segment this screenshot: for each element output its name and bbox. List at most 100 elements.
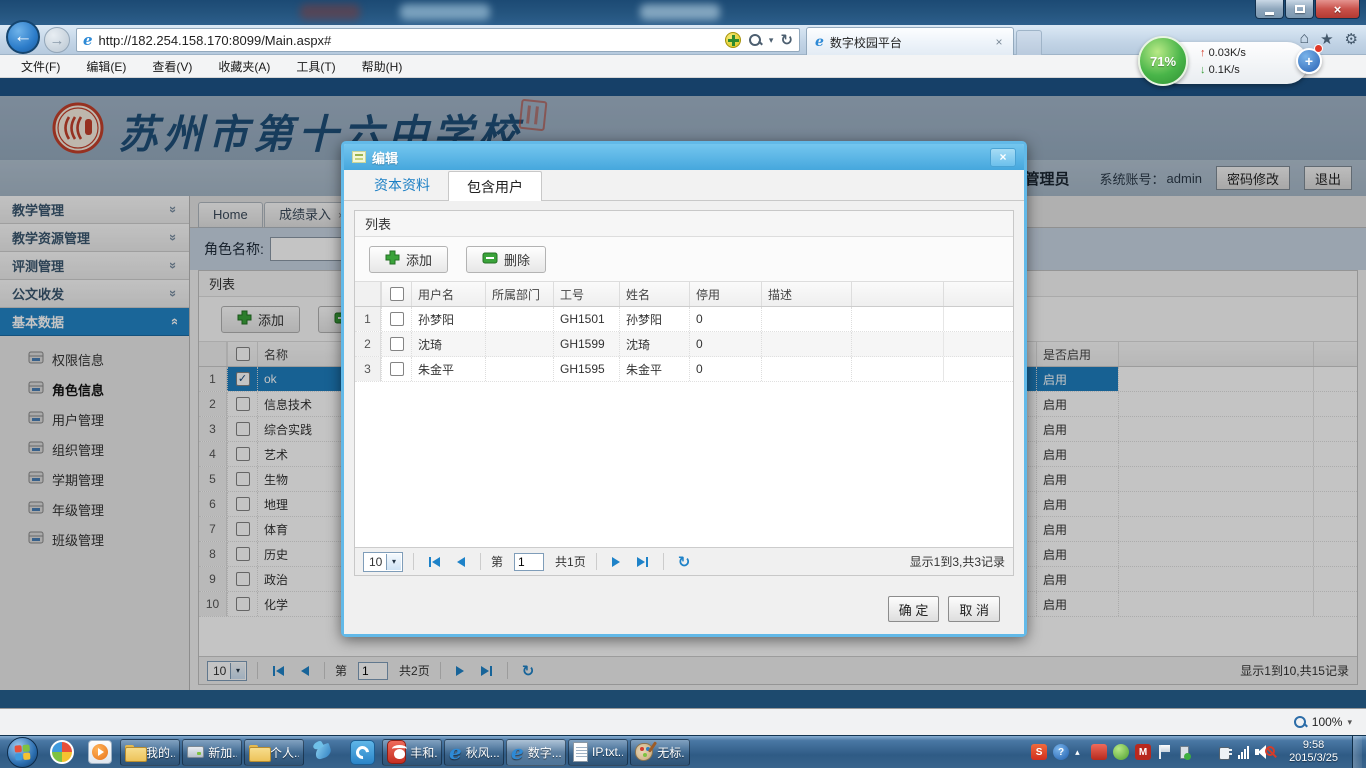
dialog-titlebar[interactable]: 编辑 × bbox=[344, 144, 1024, 170]
disabled-cell: 0 bbox=[689, 332, 761, 356]
bull-tray-icon[interactable] bbox=[1091, 744, 1107, 760]
menu-item[interactable]: 查看(V) bbox=[139, 58, 205, 75]
menu-item[interactable]: 帮助(H) bbox=[349, 58, 416, 75]
notepad-icon bbox=[573, 742, 588, 762]
netdisk-icon bbox=[350, 740, 375, 765]
address-bar[interactable]: e http://182.254.158.170:8099/Main.aspx#… bbox=[76, 28, 800, 52]
ie-icon: e bbox=[83, 31, 93, 49]
zoom-level[interactable]: 100% bbox=[1312, 715, 1343, 729]
pinned-browser-icon[interactable] bbox=[44, 738, 80, 767]
windows-logo-icon bbox=[14, 744, 31, 761]
help-tray-icon[interactable]: ? bbox=[1053, 744, 1069, 760]
first-page-button[interactable] bbox=[424, 554, 445, 570]
user-table-row[interactable]: 2 沈琦 GH1599 沈琦 0 bbox=[355, 332, 1013, 357]
back-button[interactable]: ← bbox=[6, 20, 40, 54]
filler-cell bbox=[943, 307, 1013, 331]
tray-expand-icon[interactable]: ▴ bbox=[1075, 747, 1085, 758]
new-tab-button[interactable] bbox=[1016, 30, 1042, 55]
page-size-select[interactable]: 10 ▾ bbox=[363, 552, 403, 572]
cancel-button[interactable]: 取 消 bbox=[948, 596, 1000, 622]
row-checkbox[interactable] bbox=[381, 332, 411, 356]
ok-button[interactable]: 确 定 bbox=[888, 596, 940, 622]
task-paint-untitled[interactable]: 无标... bbox=[630, 739, 690, 766]
pinned-netdisk-icon[interactable] bbox=[344, 738, 380, 767]
menu-item[interactable]: 收藏夹(A) bbox=[205, 58, 283, 75]
menu-item[interactable]: 工具(T) bbox=[283, 58, 348, 75]
bull-icon bbox=[387, 740, 406, 764]
menu-item[interactable]: 编辑(E) bbox=[73, 58, 139, 75]
job-number-cell: GH1599 bbox=[553, 332, 619, 356]
task-personal-folder[interactable]: 个人... bbox=[244, 739, 304, 766]
maximize-button[interactable] bbox=[1285, 0, 1314, 19]
dialog-title: 编辑 bbox=[372, 148, 398, 167]
taskbar: 我的... 新加... 个人... 丰和... e秋风... e数字... IP… bbox=[0, 735, 1366, 768]
pinned-media-player-icon[interactable] bbox=[82, 738, 118, 767]
select-all-checkbox[interactable] bbox=[381, 282, 411, 306]
last-page-button[interactable] bbox=[632, 554, 653, 570]
adobe-tray-icon[interactable]: M bbox=[1135, 744, 1151, 760]
task-ie-qiufeng[interactable]: e秋风... bbox=[444, 739, 504, 766]
username-column-header[interactable]: 用户名 bbox=[411, 282, 485, 306]
job-number-column-header[interactable]: 工号 bbox=[553, 282, 619, 306]
power-plug-icon[interactable] bbox=[1217, 744, 1232, 760]
start-button[interactable] bbox=[7, 737, 38, 768]
delete-user-button[interactable]: 删除 bbox=[466, 246, 546, 273]
sogou-tray-icon[interactable]: S bbox=[1031, 744, 1047, 760]
memory-percent-badge[interactable]: 71% bbox=[1138, 36, 1188, 86]
filler-cell bbox=[851, 357, 943, 381]
tab-basic-info[interactable]: 资本资料 bbox=[356, 170, 448, 200]
minimize-button[interactable] bbox=[1255, 0, 1284, 19]
department-column-header[interactable]: 所属部门 bbox=[485, 282, 553, 306]
user-table-row[interactable]: 3 朱金平 GH1595 朱金平 0 bbox=[355, 357, 1013, 382]
task-new-volume[interactable]: 新加... bbox=[182, 739, 242, 766]
download-speed: 0.1K/s bbox=[1209, 64, 1240, 76]
task-fenghe-app[interactable]: 丰和... bbox=[382, 739, 442, 766]
row-checkbox[interactable] bbox=[381, 307, 411, 331]
show-desktop-button[interactable] bbox=[1352, 736, 1362, 768]
name-cell: 沈琦 bbox=[619, 332, 689, 356]
speed-monitor-badge[interactable]: 71% ↑ 0.03K/s ↓ 0.1K/s + bbox=[1138, 36, 1338, 88]
filler-cell bbox=[943, 357, 1013, 381]
name-column-header[interactable]: 姓名 bbox=[619, 282, 689, 306]
page-number-input[interactable] bbox=[514, 553, 544, 571]
task-ie-digital-campus[interactable]: e数字... bbox=[506, 739, 566, 766]
task-notepad-ip-txt[interactable]: IP.txt... bbox=[568, 739, 628, 766]
task-my-documents[interactable]: 我的... bbox=[120, 739, 180, 766]
close-button[interactable]: × bbox=[1315, 0, 1360, 19]
checkbox-icon bbox=[390, 337, 404, 351]
department-cell bbox=[485, 357, 553, 381]
refresh-icon[interactable]: ↻ bbox=[780, 31, 793, 49]
muted-speaker-icon[interactable] bbox=[1255, 744, 1275, 760]
pinned-bird-app-icon[interactable] bbox=[306, 738, 342, 767]
checkbox-icon bbox=[390, 312, 404, 326]
system-tray: S ? ▴ M 9:58 2015/3/25 bbox=[1031, 736, 1364, 768]
name-cell: 朱金平 bbox=[619, 357, 689, 381]
clock[interactable]: 9:58 2015/3/25 bbox=[1281, 739, 1346, 765]
menu-item[interactable]: 文件(F) bbox=[8, 58, 73, 75]
refresh-icon[interactable]: ↻ bbox=[678, 553, 691, 571]
usb-device-icon[interactable] bbox=[1177, 744, 1191, 760]
zoom-magnifier-icon[interactable] bbox=[1293, 715, 1307, 729]
add-user-button[interactable]: 添加 bbox=[369, 246, 448, 273]
zoom-dropdown-icon[interactable]: ▾ bbox=[1347, 717, 1352, 728]
prev-page-button[interactable] bbox=[452, 554, 470, 570]
dialog-close-button[interactable]: × bbox=[990, 148, 1016, 167]
disabled-column-header[interactable]: 停用 bbox=[689, 282, 761, 306]
search-icon[interactable] bbox=[748, 33, 762, 47]
network-signal-icon[interactable] bbox=[1238, 745, 1249, 759]
browser-tab[interactable]: e 数字校园平台 × bbox=[806, 27, 1014, 56]
tab-close-icon[interactable]: × bbox=[991, 35, 1007, 49]
search-dropdown-icon[interactable]: ▾ bbox=[769, 35, 774, 46]
settings-gear-icon[interactable]: ⚙ bbox=[1345, 30, 1358, 48]
tab-included-users[interactable]: 包含用户 bbox=[448, 171, 542, 201]
safety-shield-icon[interactable] bbox=[725, 32, 741, 48]
user-table-row[interactable]: 1 孙梦阳 GH1501 孙梦阳 0 bbox=[355, 307, 1013, 332]
green-tray-icon[interactable] bbox=[1113, 744, 1129, 760]
action-center-flag-icon[interactable] bbox=[1157, 744, 1171, 760]
row-checkbox[interactable] bbox=[381, 357, 411, 381]
forward-button[interactable]: → bbox=[44, 27, 70, 53]
url-text[interactable]: http://182.254.158.170:8099/Main.aspx# bbox=[99, 33, 725, 48]
description-column-header[interactable]: 描述 bbox=[761, 282, 851, 306]
next-page-button[interactable] bbox=[607, 554, 625, 570]
clock-time: 9:58 bbox=[1289, 739, 1338, 752]
